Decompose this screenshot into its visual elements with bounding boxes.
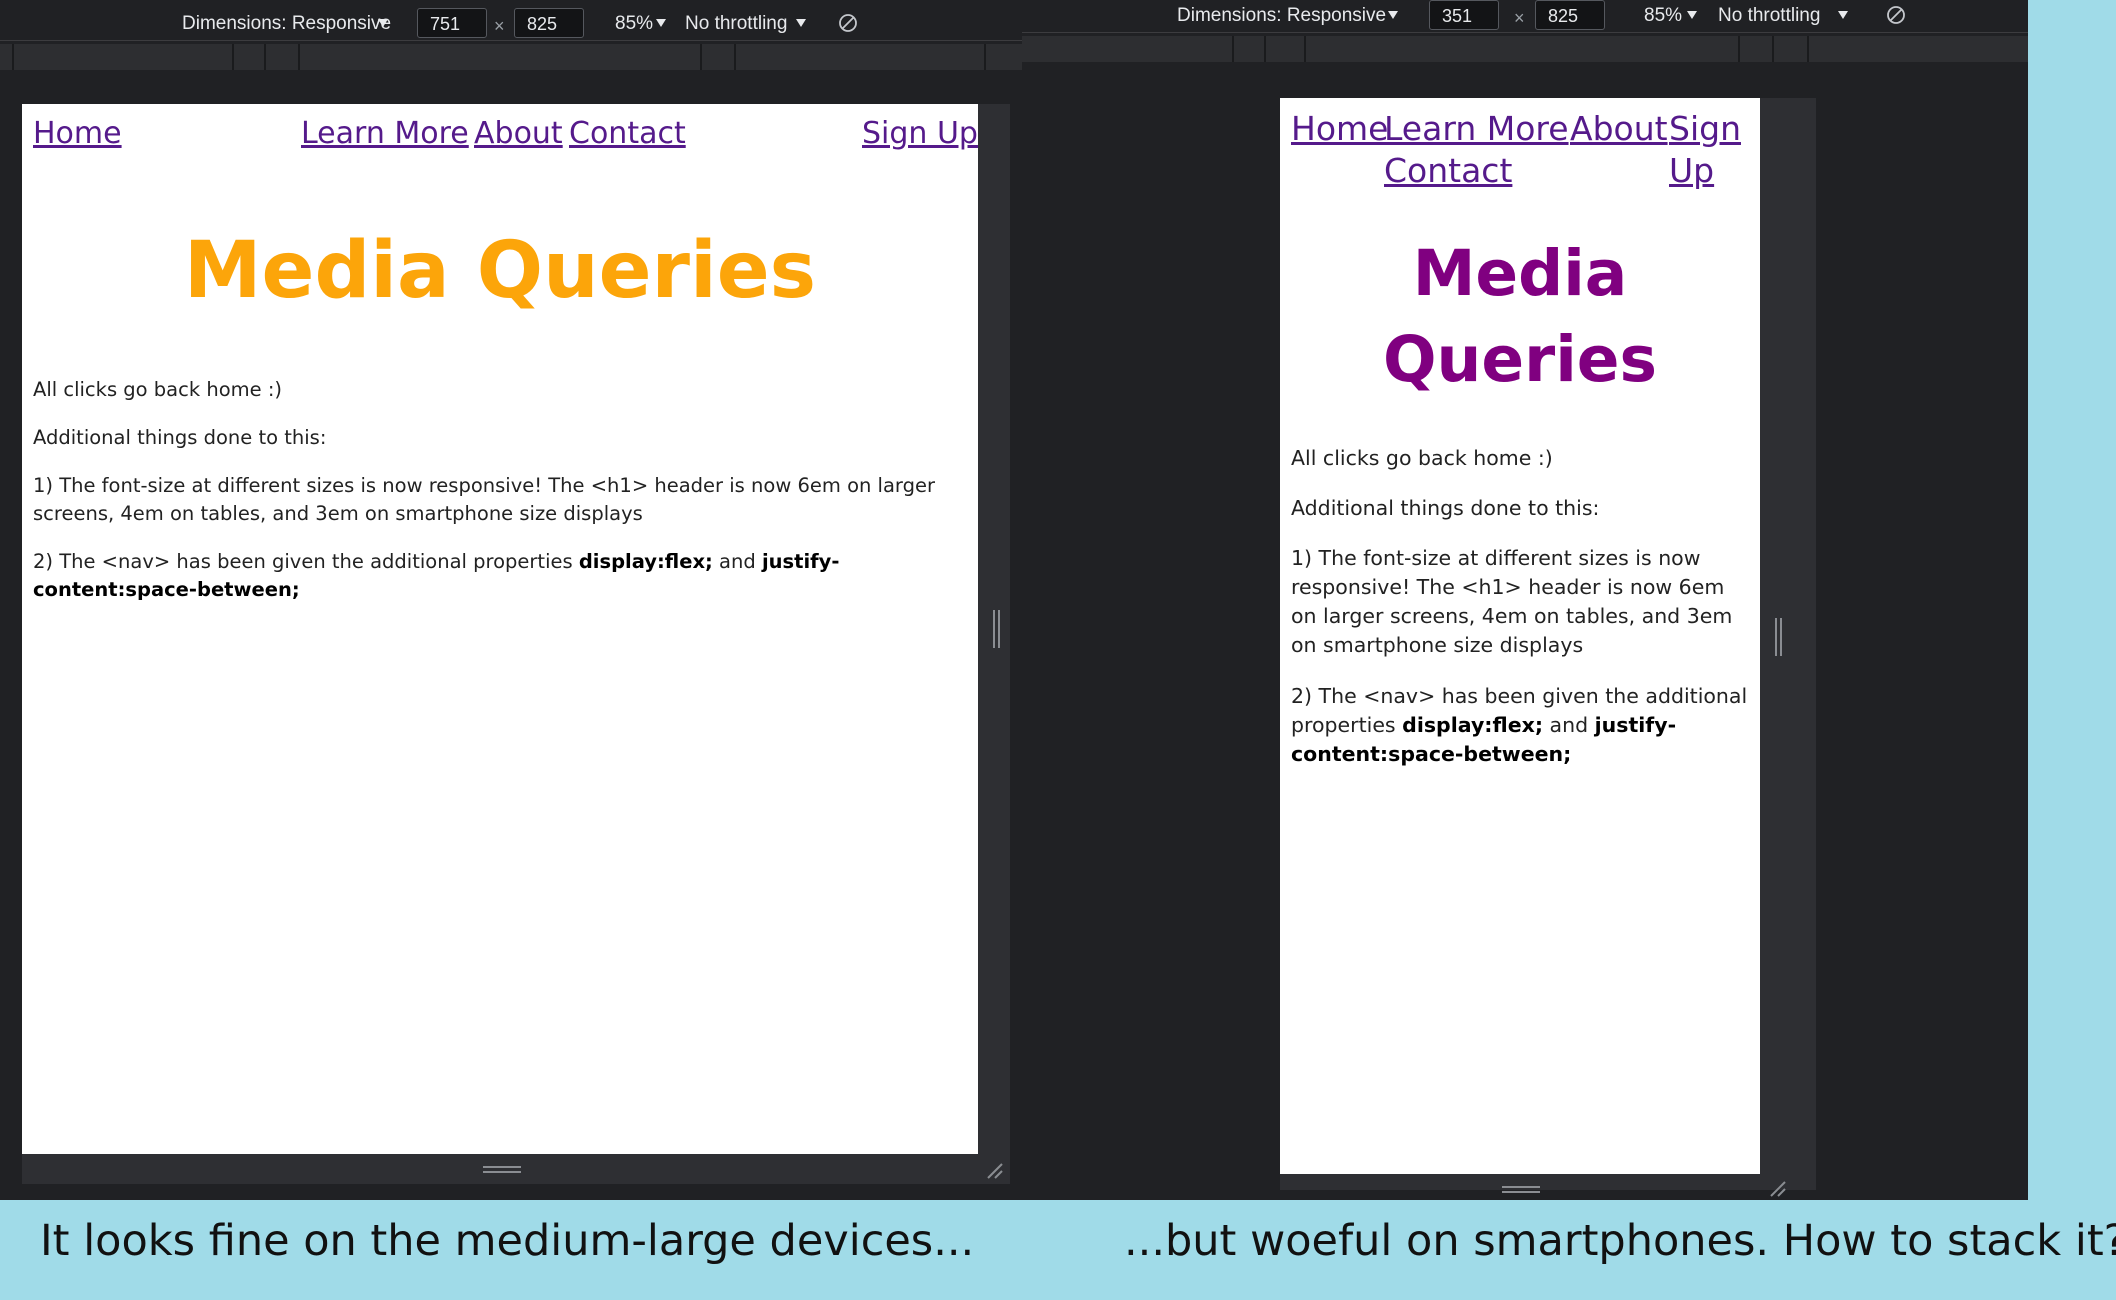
chevron-down-icon[interactable] [656, 19, 666, 27]
nav-link-sign[interactable]: Sign [1669, 108, 1741, 150]
caption-right: ...but woeful on smartphones. How to sta… [1124, 1216, 2116, 1266]
zoom-dropdown[interactable]: 85% [1644, 4, 1682, 28]
resize-handle-bottom[interactable] [483, 1166, 521, 1173]
chevron-down-icon[interactable] [378, 19, 388, 27]
rotate-icon[interactable] [1886, 5, 1906, 25]
nav-link-learn-more[interactable]: Learn More [1384, 108, 1569, 150]
paragraph-2: Additional things done to this: [33, 426, 327, 449]
chevron-down-icon[interactable] [1838, 11, 1848, 19]
resize-handle-right[interactable] [993, 610, 1000, 648]
chevron-down-icon[interactable] [1388, 11, 1398, 19]
height-input[interactable]: 825 [1535, 0, 1605, 30]
width-input[interactable]: 751 [417, 8, 487, 38]
device-toolbar: Dimensions: Responsive 351 × 825 85% No … [1022, 0, 2028, 33]
nav-link-sign-up[interactable]: Sign Up [862, 116, 978, 152]
nav-link-about[interactable]: About [1570, 108, 1668, 150]
corner-resize-icon[interactable] [1769, 1180, 1787, 1198]
throttling-dropdown[interactable]: No throttling [685, 12, 787, 36]
page-viewport-right: Home Learn More About Contact Sign Up Me… [1280, 98, 1760, 1174]
page-title-word-1: Media [1412, 237, 1628, 310]
dimension-separator: × [1514, 8, 1525, 28]
caption-left: It looks fine on the medium-large device… [40, 1216, 975, 1266]
chevron-down-icon[interactable] [1687, 11, 1697, 19]
page-title-word-2: Queries [1382, 323, 1658, 396]
nav-link-contact[interactable]: Contact [1384, 150, 1512, 192]
resize-handle-bottom[interactable] [1502, 1186, 1540, 1193]
paragraph-1: All clicks go back home :) [1291, 446, 1553, 470]
devtools-panel-left: Dimensions: Responsive 751 × 825 85% No … [0, 0, 1022, 1200]
nav-link-contact[interactable]: Contact [569, 116, 686, 152]
paragraph-3: 1) The font-size at different sizes is n… [1291, 546, 1733, 657]
rotate-icon[interactable] [838, 13, 858, 33]
nav-link-home[interactable]: Home [33, 116, 122, 152]
throttling-dropdown[interactable]: No throttling [1718, 4, 1820, 28]
media-query-ruler[interactable] [1022, 36, 2028, 62]
paragraph-4: 2) The <nav> has been given the addition… [33, 548, 963, 604]
paragraph-4-text: 2) The <nav> has been given the addition… [33, 550, 579, 573]
resize-handle-right[interactable] [1775, 618, 1782, 656]
dimensions-dropdown[interactable]: Dimensions: Responsive [1177, 4, 1386, 28]
paragraph-4-and: and [712, 550, 762, 573]
paragraph-2: Additional things done to this: [1291, 496, 1600, 520]
height-input[interactable]: 825 [514, 8, 584, 38]
code-display-flex: display:flex; [578, 550, 713, 573]
paragraph-1: All clicks go back home :) [33, 378, 283, 401]
nav-link-home[interactable]: Home [1291, 108, 1388, 150]
nav-link-up[interactable]: Up [1669, 150, 1714, 192]
width-input[interactable]: 351 [1429, 0, 1499, 30]
nav-link-learn-more[interactable]: Learn More [301, 116, 469, 152]
chevron-down-icon[interactable] [796, 19, 806, 27]
page-title: Media Queries [183, 226, 817, 316]
paragraph-3: 1) The font-size at different sizes is n… [33, 474, 935, 525]
media-query-ruler[interactable] [0, 44, 1022, 70]
code-display-flex: display:flex; [1402, 713, 1544, 737]
corner-resize-icon[interactable] [986, 1162, 1004, 1180]
device-toolbar: Dimensions: Responsive 751 × 825 85% No … [0, 0, 1022, 41]
dimensions-dropdown[interactable]: Dimensions: Responsive [182, 12, 391, 36]
nav-link-about[interactable]: About [474, 116, 563, 152]
devtools-panel-right: Dimensions: Responsive 351 × 825 85% No … [1022, 0, 2028, 1200]
zoom-dropdown[interactable]: 85% [615, 12, 653, 36]
paragraph-4: 2) The <nav> has been given the addition… [1291, 682, 1751, 769]
paragraph-4-and: and [1543, 713, 1595, 737]
page-viewport-left: Home Learn More About Contact Sign Up Me… [22, 104, 978, 1154]
dimension-separator: × [494, 16, 505, 36]
